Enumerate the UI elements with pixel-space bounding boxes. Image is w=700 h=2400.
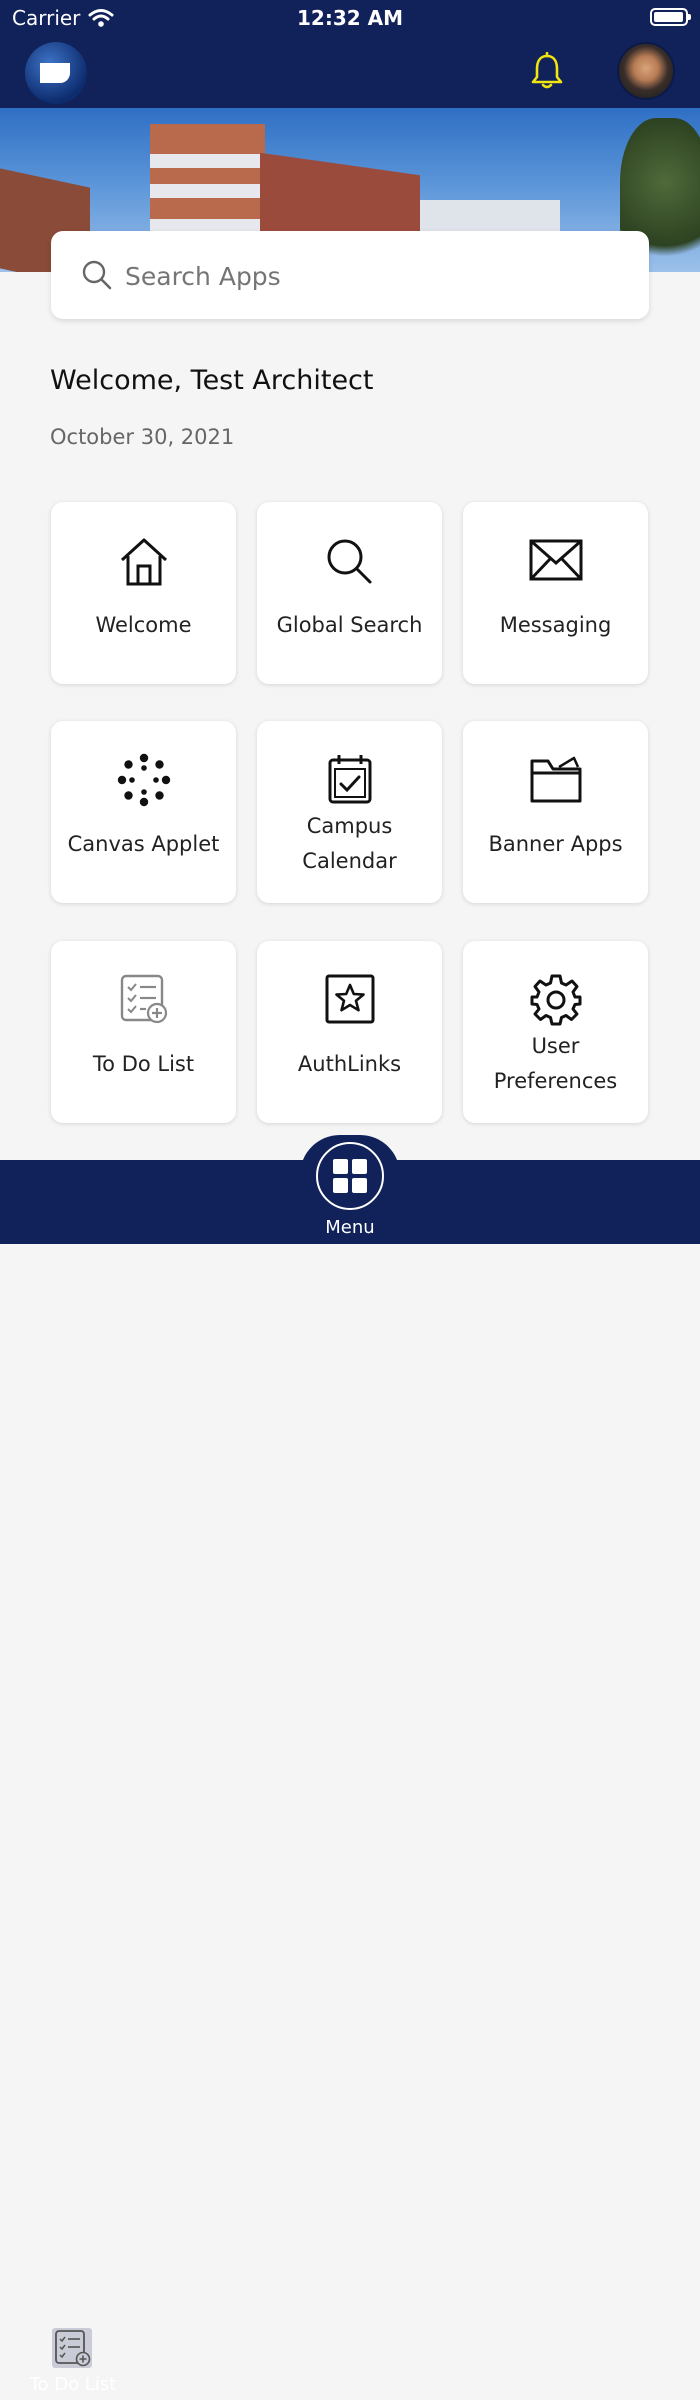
status-time: 12:32 AM bbox=[296, 6, 403, 30]
tile-campus-calendar[interactable]: Campus Calendar bbox=[257, 721, 442, 903]
nav-item-to-do-list[interactable]: To Do List bbox=[10, 2326, 136, 2400]
tile-label: Campus Calendar bbox=[302, 814, 397, 873]
gear-icon bbox=[530, 974, 581, 1026]
menu-button[interactable] bbox=[316, 1142, 384, 1210]
battery-icon bbox=[650, 8, 691, 26]
app-header bbox=[0, 36, 700, 108]
welcome-heading: Welcome, Test Architect bbox=[50, 365, 374, 396]
search-bar[interactable] bbox=[51, 231, 649, 321]
tile-label: User Preferences bbox=[493, 1034, 618, 1093]
tile-label: To Do List bbox=[92, 1052, 195, 1076]
university-logo[interactable] bbox=[25, 42, 87, 104]
tile-canvas-applet[interactable]: Canvas Applet bbox=[51, 721, 236, 903]
folder-icon bbox=[530, 756, 581, 803]
bell-icon[interactable] bbox=[530, 52, 564, 90]
tile-welcome[interactable]: Welcome bbox=[51, 502, 236, 684]
tile-label: AuthLinks bbox=[297, 1052, 402, 1076]
tile-label: Welcome bbox=[95, 613, 192, 637]
calendar-icon bbox=[328, 755, 371, 804]
tile-authlinks[interactable]: AuthLinks bbox=[257, 941, 442, 1123]
tile-label: Banner Apps bbox=[488, 832, 623, 856]
tile-label: Messaging bbox=[499, 613, 612, 637]
canvas-icon bbox=[117, 753, 170, 807]
current-date: October 30, 2021 bbox=[50, 425, 235, 449]
todo-icon bbox=[120, 974, 167, 1024]
status-bar: Carrier 12:32 AM bbox=[0, 0, 700, 36]
tile-messaging[interactable]: Messaging bbox=[463, 502, 648, 684]
star-box-icon bbox=[325, 974, 374, 1024]
envelope-icon bbox=[529, 539, 582, 581]
todo-icon bbox=[52, 2328, 92, 2368]
tile-global-search[interactable]: Global Search bbox=[257, 502, 442, 684]
tile-to-do-list[interactable]: To Do List bbox=[51, 941, 236, 1123]
search-input[interactable] bbox=[123, 231, 627, 321]
tile-banner-apps[interactable]: Banner Apps bbox=[463, 721, 648, 903]
tile-label: Global Search bbox=[276, 613, 423, 637]
home-icon bbox=[120, 538, 167, 586]
user-avatar[interactable] bbox=[617, 42, 675, 100]
nav-item-label: To Do List bbox=[29, 2374, 117, 2395]
search-icon bbox=[82, 260, 112, 290]
search-icon bbox=[327, 539, 371, 584]
tile-user-preferences[interactable]: User Preferences bbox=[463, 941, 648, 1123]
menu-label: Menu bbox=[325, 1217, 375, 1238]
tile-label: Canvas Applet bbox=[67, 832, 220, 856]
grid-icon bbox=[333, 1159, 367, 1193]
